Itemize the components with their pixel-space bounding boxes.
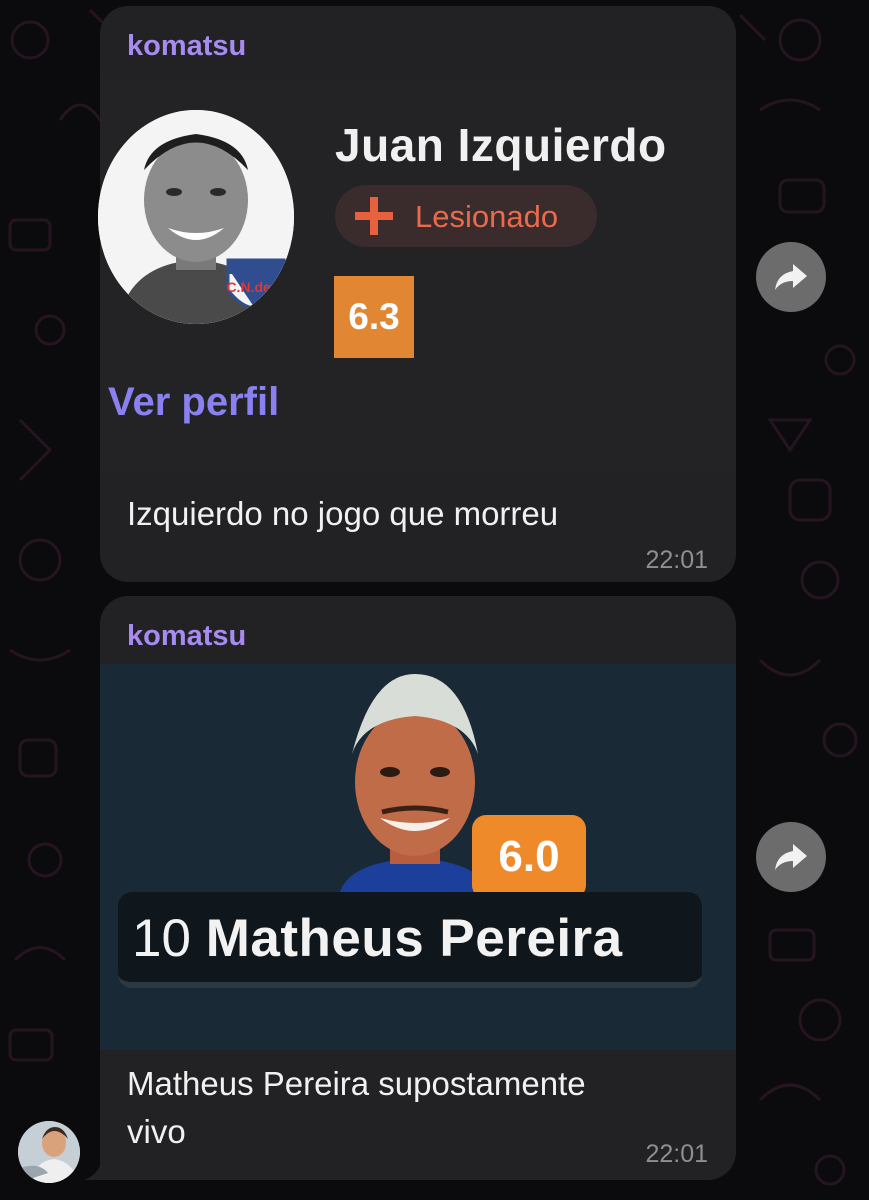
player-name-2: Matheus Pereira — [205, 909, 623, 968]
view-profile-link[interactable]: Ver perfil — [108, 380, 279, 425]
forward-arrow-icon — [775, 844, 807, 870]
caption-line-2: vivo — [127, 1113, 186, 1150]
player-portrait-image: C.N.de F. — [98, 110, 294, 324]
shirt-number: 10 — [132, 909, 191, 968]
name-plate-text: 10 Matheus Pereira — [132, 908, 623, 969]
message-caption: Izquierdo no jogo que morreu — [127, 495, 559, 532]
injury-status-label: Lesionado — [415, 199, 559, 234]
forward-button-1[interactable] — [756, 242, 826, 312]
sender-name[interactable]: komatsu — [127, 620, 246, 653]
player-rating-2: 6.0 — [472, 815, 586, 899]
sender-name[interactable]: komatsu — [127, 30, 246, 63]
player-avatar: C.N.de F. — [98, 110, 294, 324]
forward-arrow-icon — [775, 264, 807, 290]
injury-status-badge: Lesionado — [335, 185, 597, 247]
player-rating: 6.3 — [334, 276, 414, 358]
plus-icon — [355, 197, 393, 235]
bubble-tail — [84, 1150, 124, 1180]
player-name-plate: 10 Matheus Pereira — [118, 892, 702, 988]
forward-button-2[interactable] — [756, 822, 826, 892]
player-portrait-image-2 — [340, 674, 490, 892]
player-name: Juan Izquierdo — [335, 119, 667, 171]
message-time: 22:01 — [645, 1140, 708, 1168]
message-caption: Matheus Pereira supostamente vivo — [127, 1060, 586, 1156]
sender-avatar[interactable] — [18, 1121, 80, 1183]
message-time: 22:01 — [645, 546, 708, 574]
avatar-image — [18, 1121, 80, 1183]
caption-line-1: Matheus Pereira supostamente — [127, 1065, 586, 1102]
